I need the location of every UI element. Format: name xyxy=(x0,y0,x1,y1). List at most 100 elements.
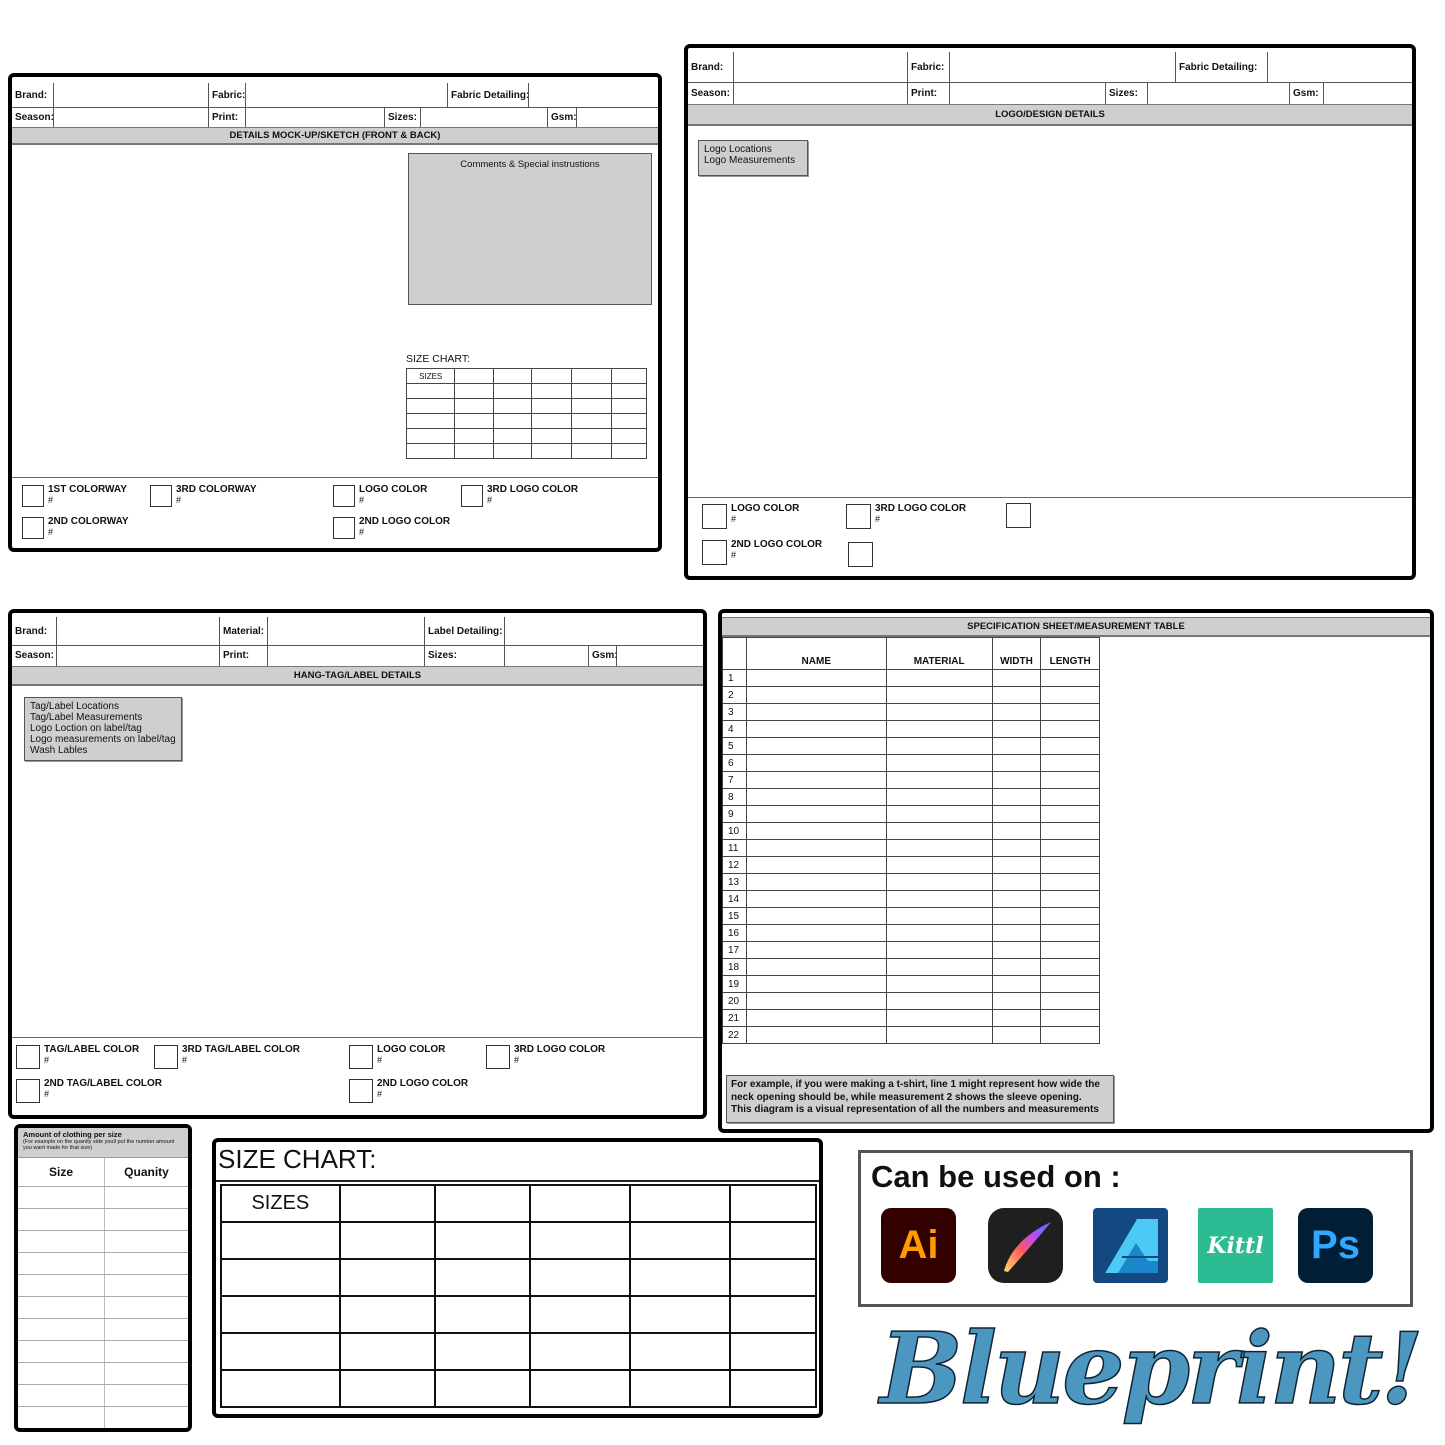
big-size-chart-cell[interactable] xyxy=(433,1221,531,1260)
spec-cell[interactable] xyxy=(885,805,993,823)
size-cell[interactable] xyxy=(18,1209,105,1230)
big-size-chart-cell[interactable] xyxy=(338,1258,436,1297)
quantity-cell[interactable] xyxy=(105,1209,188,1230)
size-chart-cell[interactable] xyxy=(610,383,648,399)
size-chart-cell[interactable] xyxy=(405,428,456,444)
spec-cell[interactable] xyxy=(1040,720,1100,738)
color-swatch[interactable] xyxy=(22,485,44,507)
size-chart-cell[interactable] xyxy=(610,398,648,414)
spec-cell[interactable] xyxy=(1040,890,1100,908)
size-chart-cell[interactable]: SIZES xyxy=(405,368,456,384)
spec-cell[interactable] xyxy=(885,941,993,959)
big-size-chart-cell[interactable] xyxy=(528,1184,631,1223)
size-cell[interactable] xyxy=(18,1253,105,1274)
big-size-chart-cell[interactable] xyxy=(338,1221,436,1260)
size-cell[interactable] xyxy=(18,1187,105,1208)
spec-cell[interactable] xyxy=(885,873,993,891)
spec-cell[interactable] xyxy=(1040,805,1100,823)
big-size-chart-cell[interactable] xyxy=(433,1369,531,1408)
size-chart-cell[interactable] xyxy=(405,413,456,429)
size-chart-cell[interactable] xyxy=(530,383,572,399)
spec-cell[interactable] xyxy=(991,686,1042,704)
size-chart-cell[interactable] xyxy=(570,428,612,444)
spec-cell[interactable] xyxy=(745,703,887,721)
big-size-chart-cell[interactable] xyxy=(338,1295,436,1334)
spec-cell[interactable] xyxy=(991,822,1042,840)
color-swatch[interactable] xyxy=(702,504,727,529)
big-size-chart-cell[interactable] xyxy=(528,1295,631,1334)
spec-cell[interactable] xyxy=(991,992,1042,1010)
gsm-field[interactable] xyxy=(1324,82,1412,104)
size-chart-cell[interactable] xyxy=(570,383,612,399)
spec-cell[interactable] xyxy=(745,788,887,806)
spec-cell[interactable] xyxy=(745,941,887,959)
spec-cell[interactable] xyxy=(991,907,1042,925)
spec-cell[interactable] xyxy=(885,958,993,976)
spec-cell[interactable] xyxy=(991,771,1042,789)
spec-cell[interactable] xyxy=(745,1026,887,1044)
big-size-chart-cell[interactable] xyxy=(628,1258,731,1297)
size-chart-cell[interactable] xyxy=(405,443,456,459)
size-chart-cell[interactable] xyxy=(530,368,572,384)
print-field[interactable] xyxy=(950,82,1106,104)
big-size-chart-cell[interactable] xyxy=(433,1184,531,1223)
big-size-chart-cell[interactable] xyxy=(220,1295,341,1334)
size-cell[interactable] xyxy=(18,1297,105,1318)
color-swatch[interactable] xyxy=(702,540,727,565)
spec-cell[interactable] xyxy=(1040,975,1100,993)
big-size-chart-cell[interactable] xyxy=(220,1369,341,1408)
color-swatch[interactable] xyxy=(22,517,44,539)
big-size-chart-cell[interactable] xyxy=(528,1332,631,1371)
spec-cell[interactable] xyxy=(991,1026,1042,1044)
color-swatch[interactable] xyxy=(349,1045,373,1069)
size-chart-cell[interactable] xyxy=(610,428,648,444)
season-field[interactable] xyxy=(734,82,908,104)
big-size-chart-cell[interactable] xyxy=(628,1221,731,1260)
spec-cell[interactable] xyxy=(885,720,993,738)
size-chart-cell[interactable] xyxy=(530,398,572,414)
spec-cell[interactable] xyxy=(991,703,1042,721)
big-size-chart-cell[interactable] xyxy=(433,1258,531,1297)
spec-cell[interactable] xyxy=(885,907,993,925)
spec-cell[interactable] xyxy=(745,754,887,772)
spec-cell[interactable] xyxy=(885,856,993,874)
quantity-cell[interactable] xyxy=(105,1187,188,1208)
material-field[interactable] xyxy=(268,617,425,645)
spec-cell[interactable] xyxy=(745,907,887,925)
spec-cell[interactable] xyxy=(745,822,887,840)
color-swatch[interactable] xyxy=(16,1079,40,1103)
big-size-chart-cell[interactable] xyxy=(728,1221,818,1260)
spec-cell[interactable] xyxy=(1040,992,1100,1010)
size-chart-cell[interactable] xyxy=(530,428,572,444)
size-chart-cell[interactable] xyxy=(570,413,612,429)
size-chart-cell[interactable] xyxy=(454,413,494,429)
size-chart-cell[interactable] xyxy=(570,368,612,384)
size-chart-cell[interactable] xyxy=(530,413,572,429)
sizes-field[interactable] xyxy=(421,107,548,127)
spec-cell[interactable] xyxy=(885,754,993,772)
quantity-cell[interactable] xyxy=(105,1407,188,1428)
brand-field[interactable] xyxy=(57,617,220,645)
big-size-chart-cell[interactable]: SIZES xyxy=(220,1184,341,1223)
spec-cell[interactable] xyxy=(885,839,993,857)
spec-cell[interactable] xyxy=(1040,788,1100,806)
spec-cell[interactable] xyxy=(1040,703,1100,721)
color-swatch[interactable] xyxy=(333,517,355,539)
size-chart-cell[interactable] xyxy=(454,443,494,459)
big-size-chart-cell[interactable] xyxy=(220,1332,341,1371)
spec-cell[interactable] xyxy=(745,1009,887,1027)
big-size-chart-cell[interactable] xyxy=(433,1295,531,1334)
size-chart-cell[interactable] xyxy=(610,368,648,384)
spec-cell[interactable] xyxy=(1040,1026,1100,1044)
fabric-detailing-field[interactable] xyxy=(529,83,658,107)
color-swatch[interactable] xyxy=(349,1079,373,1103)
size-chart-cell[interactable] xyxy=(492,368,532,384)
size-chart-cell[interactable] xyxy=(454,428,494,444)
brand-field[interactable] xyxy=(734,52,908,82)
big-size-chart-cell[interactable] xyxy=(528,1221,631,1260)
size-chart-cell[interactable] xyxy=(454,383,494,399)
spec-cell[interactable] xyxy=(885,890,993,908)
color-swatch[interactable] xyxy=(461,485,483,507)
spec-cell[interactable] xyxy=(885,771,993,789)
spec-cell[interactable] xyxy=(745,958,887,976)
